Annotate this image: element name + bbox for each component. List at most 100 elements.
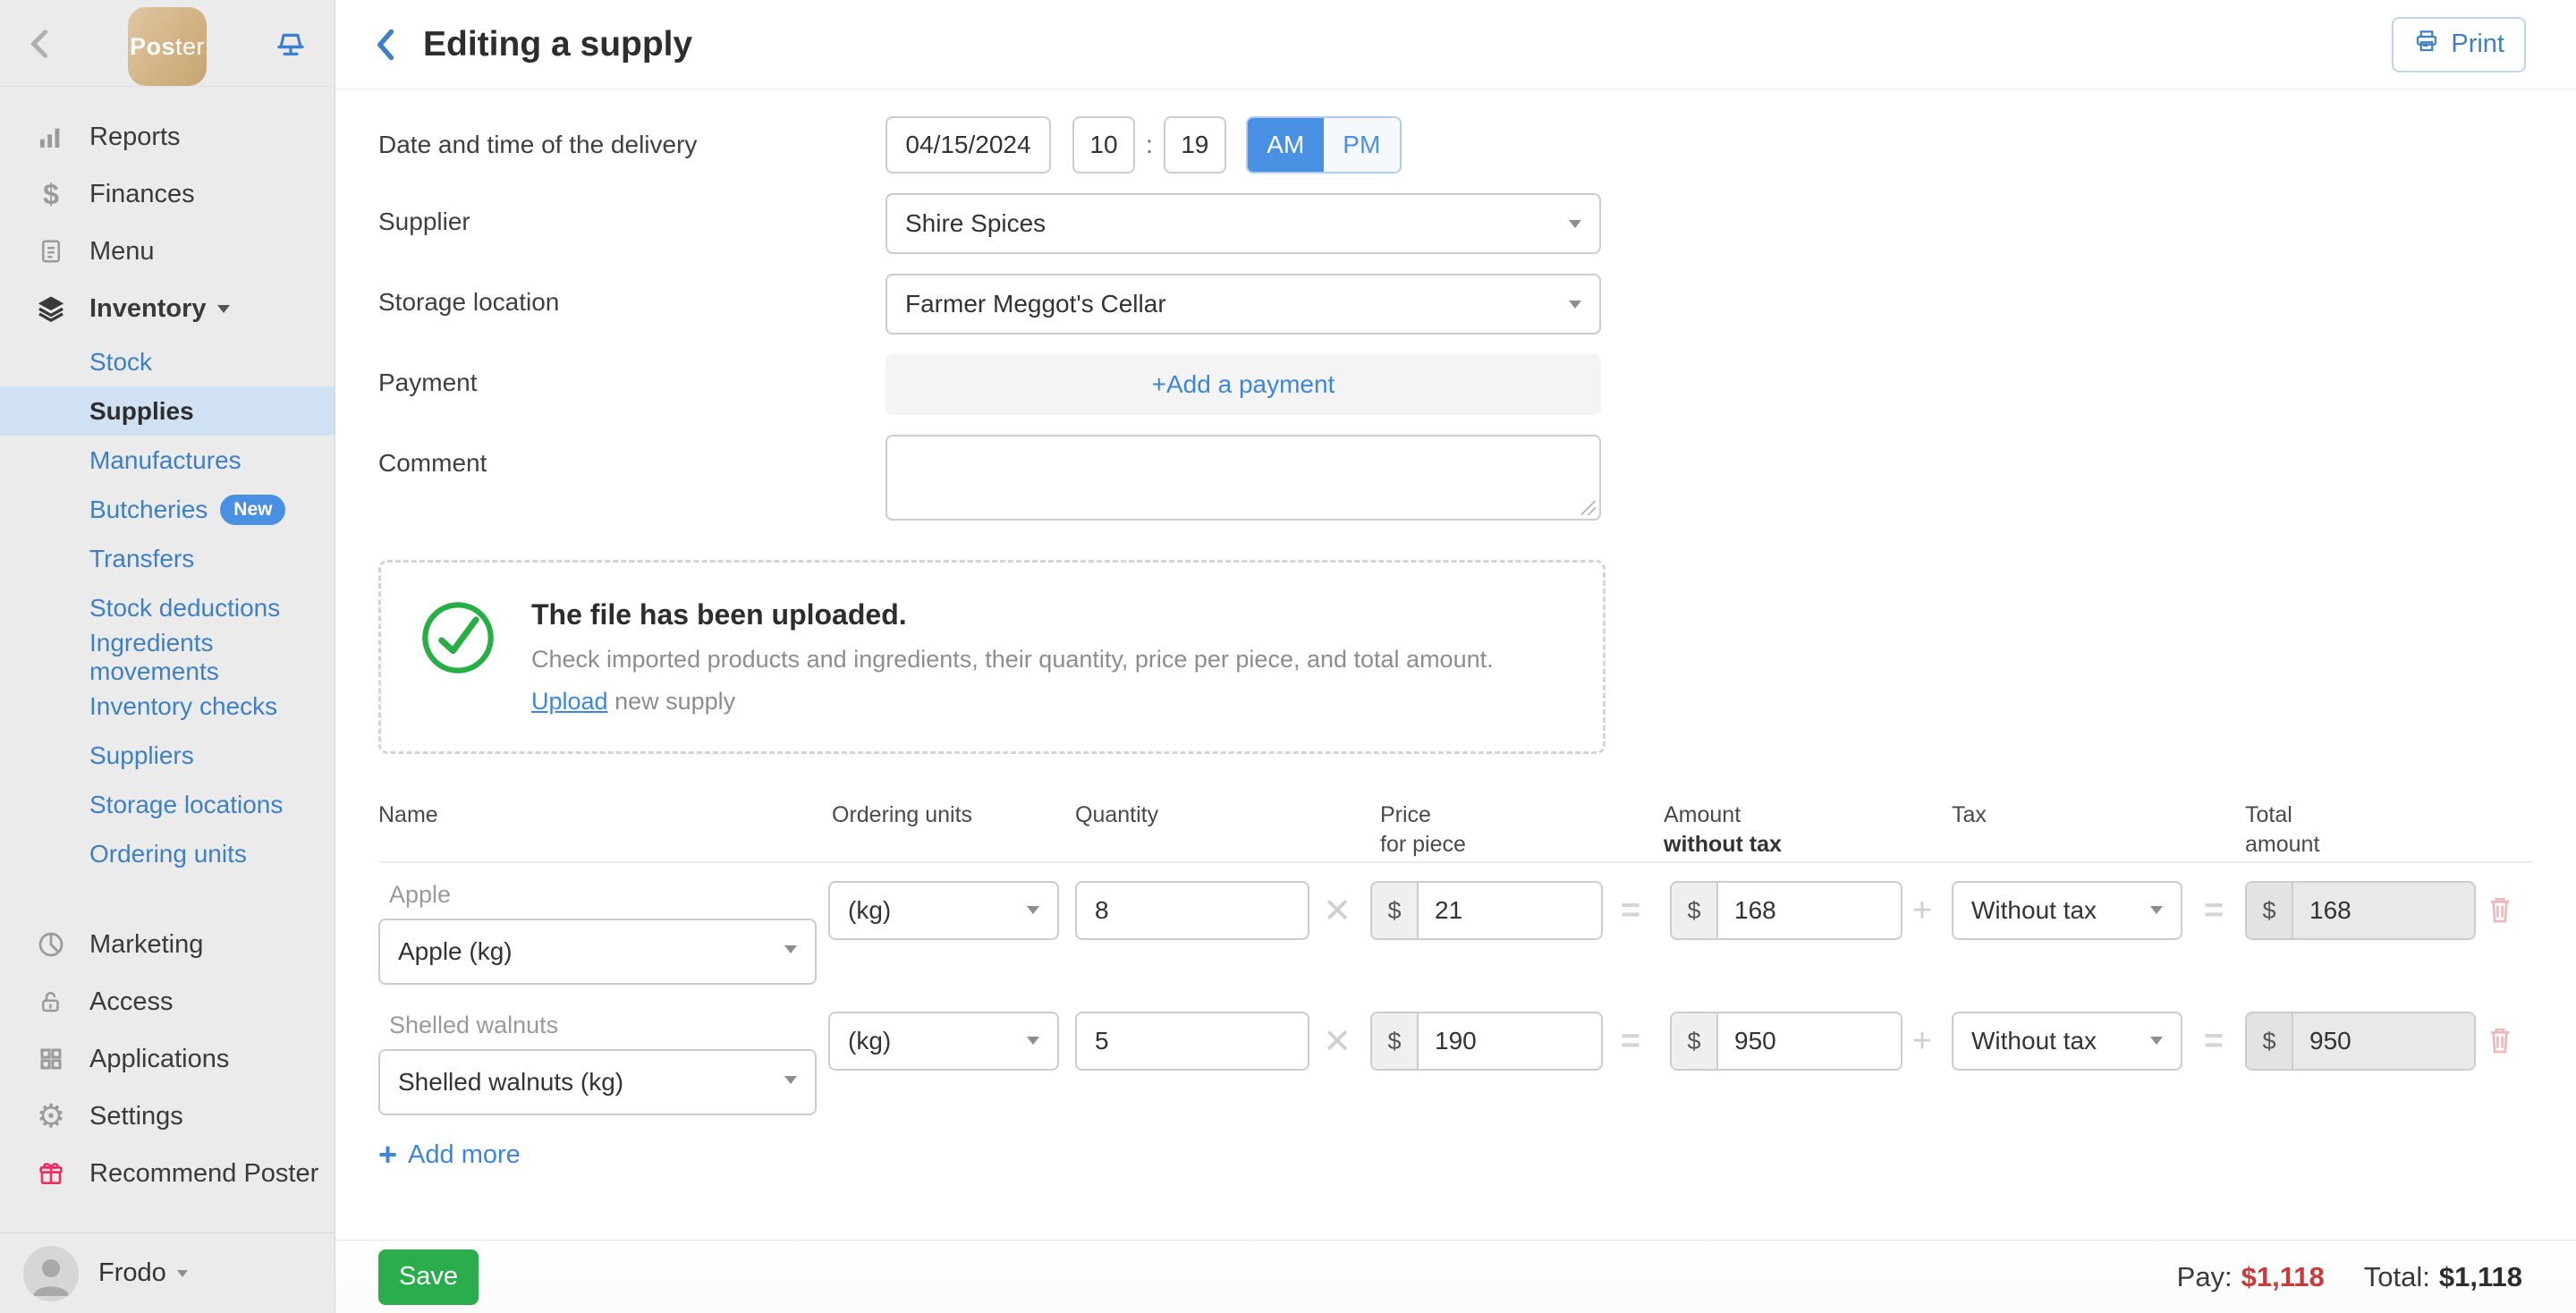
sidebar-item-stock-deductions[interactable]: Stock deductions	[0, 583, 335, 632]
sidebar-item-stock[interactable]: Stock	[0, 337, 335, 386]
supplier-select[interactable]: Shire Spices	[886, 193, 1601, 254]
gift-icon	[30, 1159, 72, 1188]
equals-operator: =	[2194, 1012, 2233, 1071]
hour-input[interactable]: 10	[1072, 116, 1135, 174]
user-menu[interactable]: Frodo	[0, 1233, 335, 1313]
supplier-value: Shire Spices	[905, 209, 1046, 238]
sidebar-item-supplies[interactable]: Supplies	[0, 386, 335, 436]
gear-icon: ⚙	[30, 1100, 72, 1132]
pos-terminal-icon[interactable]	[272, 25, 309, 67]
app-window: Poster Reports $ Finances	[0, 0, 2576, 1313]
check-circle-icon	[419, 598, 497, 716]
equals-operator: =	[1611, 1012, 1650, 1071]
poster-logo[interactable]: Poster	[128, 7, 207, 86]
datetime-controls: 04/15/2024 10 : 19 AM PM	[886, 116, 1402, 174]
sidebar-item-marketing[interactable]: Marketing	[0, 916, 335, 973]
upload-notice: The file has been uploaded. Check import…	[378, 560, 1606, 754]
col-total-sub: amount	[2245, 832, 2319, 858]
upload-link[interactable]: Upload	[531, 688, 608, 715]
main-panel: Editing a supply Print Date and time of …	[335, 0, 2576, 1313]
amount-input[interactable]: 168	[1718, 883, 1901, 938]
sidebar-item-ordering-units[interactable]: Ordering units	[0, 829, 335, 878]
price-input[interactable]: 21	[1419, 883, 1601, 938]
sidebar-item-menu[interactable]: Menu	[0, 223, 335, 280]
price-input[interactable]: 190	[1419, 1013, 1601, 1069]
sidebar-item-label: Finances	[89, 180, 195, 209]
footer-bar: Save Pay:$1,118 Total:$1,118	[335, 1240, 2576, 1313]
ordering-unit-select[interactable]: (kg)	[828, 1012, 1059, 1071]
add-more-button[interactable]: + Add more	[378, 1140, 2533, 1170]
sidebar-item-butcheries[interactable]: ButcheriesNew	[0, 485, 335, 534]
currency-prefix: $	[1672, 1013, 1718, 1069]
total-field-group: $ 950	[2245, 1012, 2476, 1071]
sidebar-back-icon[interactable]	[25, 27, 55, 65]
multiply-operator: ✕	[1318, 881, 1357, 940]
product-select[interactable]: Apple (kg)	[378, 919, 817, 985]
totals: Pay:$1,118 Total:$1,118	[2177, 1261, 2522, 1293]
chevron-down-icon	[784, 945, 797, 953]
save-button[interactable]: Save	[378, 1249, 479, 1305]
sidebar-item-transfers[interactable]: Transfers	[0, 534, 335, 583]
pay-value: $1,118	[2241, 1261, 2325, 1292]
date-input[interactable]: 04/15/2024	[886, 116, 1051, 174]
print-button[interactable]: Print	[2392, 17, 2526, 72]
sidebar-item-applications[interactable]: Applications	[0, 1030, 335, 1088]
amount-input-group: $ 168	[1670, 881, 1902, 940]
plus-icon: +	[378, 1140, 397, 1169]
storage-select[interactable]: Farmer Meggot's Cellar	[886, 274, 1601, 335]
sidebar-item-finances[interactable]: $ Finances	[0, 165, 335, 223]
tax-select[interactable]: Without tax	[1952, 881, 2182, 940]
product-value: Shelled walnuts (kg)	[398, 1068, 623, 1097]
sidebar-item-recommend-poster[interactable]: Recommend Poster	[0, 1145, 335, 1202]
sidebar-item-storage-locations[interactable]: Storage locations	[0, 780, 335, 829]
form-row-date: Date and time of the delivery 04/15/2024…	[378, 116, 2533, 174]
ordering-unit-select[interactable]: (kg)	[828, 881, 1059, 940]
ampm-toggle: AM PM	[1246, 116, 1402, 174]
delete-row-button[interactable]	[2486, 894, 2514, 930]
topbar: Editing a supply Print	[335, 0, 2576, 89]
pay-label: Pay:	[2177, 1261, 2233, 1292]
sidebar-item-reports[interactable]: Reports	[0, 108, 335, 165]
sidebar-item-manufactures[interactable]: Manufactures	[0, 436, 335, 485]
total-value-field: 950	[2293, 1013, 2474, 1069]
printer-icon	[2413, 28, 2440, 62]
sidebar-item-inventory[interactable]: Inventory	[0, 280, 335, 337]
pm-button[interactable]: PM	[1324, 118, 1400, 172]
sidebar-item-settings[interactable]: ⚙ Settings	[0, 1088, 335, 1145]
comment-textarea[interactable]	[886, 435, 1601, 521]
equals-operator: =	[2194, 881, 2233, 940]
product-select[interactable]: Shelled walnuts (kg)	[378, 1049, 817, 1115]
am-button[interactable]: AM	[1248, 118, 1324, 172]
sidebar-item-label: Applications	[89, 1045, 229, 1074]
sidebar-nav: Reports $ Finances Menu Inventory Stock	[0, 87, 335, 1233]
chevron-down-icon	[2150, 906, 2163, 914]
tax-select[interactable]: Without tax	[1952, 1012, 2182, 1071]
sidebar-item-label: Settings	[89, 1102, 183, 1131]
col-amount: Amount	[1664, 802, 1741, 828]
form-row-storage: Storage location Farmer Meggot's Cellar	[378, 274, 2533, 335]
quantity-input[interactable]: 5	[1075, 1012, 1309, 1071]
amount-input-group: $ 950	[1670, 1012, 1902, 1071]
upload-text: The file has been uploaded. Check import…	[531, 598, 1494, 716]
add-payment-link[interactable]: +Add a payment	[1152, 370, 1335, 399]
add-more-label: Add more	[408, 1140, 521, 1170]
amount-input[interactable]: 950	[1718, 1013, 1901, 1069]
quantity-input[interactable]: 8	[1075, 881, 1309, 940]
logo-text: ter	[175, 33, 205, 61]
product-value: Apple (kg)	[398, 937, 513, 966]
chevron-down-icon	[1569, 301, 1581, 309]
sidebar-sub-label: Stock deductions	[89, 594, 280, 623]
sidebar-item-suppliers[interactable]: Suppliers	[0, 731, 335, 780]
sidebar-item-access[interactable]: Access	[0, 973, 335, 1030]
delete-row-button[interactable]	[2486, 1024, 2514, 1061]
chevron-down-icon	[784, 1076, 797, 1084]
back-button[interactable]	[373, 27, 400, 63]
sidebar-item-ingredients-movements[interactable]: Ingredients movements	[0, 632, 335, 682]
logo-text-bold: Pos	[130, 33, 175, 61]
divider	[378, 861, 2533, 863]
resize-handle[interactable]	[1581, 501, 1596, 515]
minute-input[interactable]: 19	[1164, 116, 1226, 174]
col-amount-sub: without tax	[1664, 832, 1782, 858]
sidebar-item-inventory-checks[interactable]: Inventory checks	[0, 682, 335, 731]
pie-chart-icon	[30, 930, 72, 959]
